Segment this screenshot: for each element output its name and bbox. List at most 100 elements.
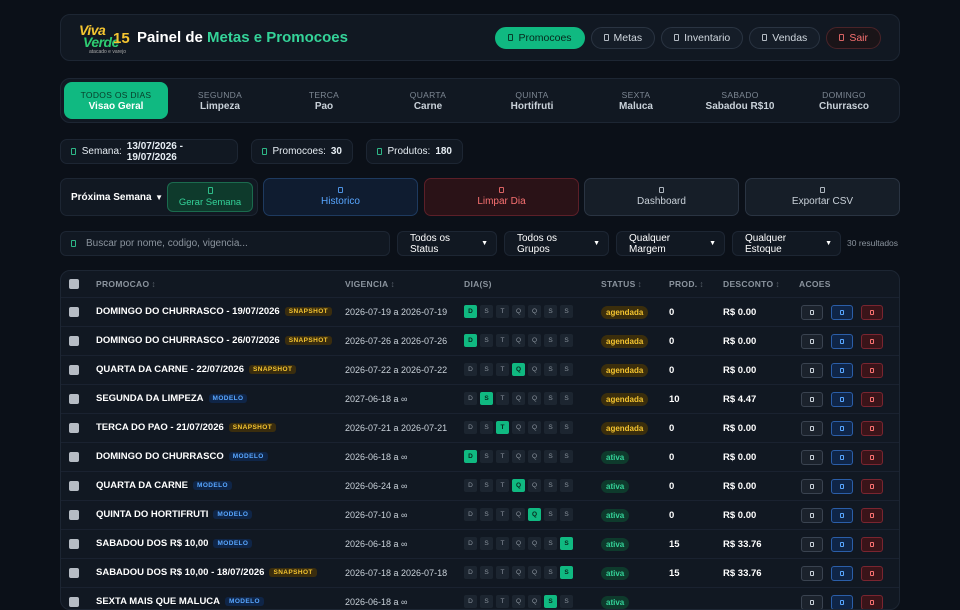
table-row[interactable]: DOMINGO DO CHURRASCO - 26/07/2026 SNAPSHO… <box>61 326 899 355</box>
delete-button[interactable] <box>861 363 883 378</box>
copy-icon <box>840 339 844 344</box>
margin-filter-select[interactable]: Qualquer Margem ▼ <box>616 231 725 256</box>
promo-name-text: SEXTA MAIS QUE MALUCA <box>96 596 221 607</box>
export-csv-button[interactable]: Exportar CSV <box>745 178 900 216</box>
row-checkbox[interactable] <box>69 365 79 375</box>
copy-button[interactable] <box>831 421 853 436</box>
copy-button[interactable] <box>831 566 853 581</box>
table-row[interactable]: DOMINGO DO CHURRASCO - 19/07/2026 SNAPSHO… <box>61 297 899 326</box>
generate-week-button[interactable]: Gerar Semana <box>167 182 253 212</box>
status-filter-select[interactable]: Todos os Status ▼ <box>397 231 497 256</box>
copy-button[interactable] <box>831 537 853 552</box>
row-checkbox[interactable] <box>69 336 79 346</box>
table-row[interactable]: TERCA DO PAO - 21/07/2026 SNAPSHOT 2026-07… <box>61 413 899 442</box>
weekday-chip: Q <box>512 334 525 347</box>
copy-button[interactable] <box>831 508 853 523</box>
edit-button[interactable] <box>801 508 823 523</box>
edit-button[interactable] <box>801 334 823 349</box>
trash-icon <box>499 187 504 193</box>
row-checkbox[interactable] <box>69 423 79 433</box>
edit-button[interactable] <box>801 305 823 320</box>
row-checkbox[interactable] <box>69 597 79 607</box>
target-icon <box>603 34 609 41</box>
delete-button[interactable] <box>861 595 883 609</box>
tab-day-quarta[interactable]: QUARTA Carne <box>376 82 480 119</box>
table-row[interactable]: QUARTA DA CARNE - 22/07/2026 SNAPSHOT 2026… <box>61 355 899 384</box>
trash-icon <box>870 397 874 402</box>
column-header-desconto[interactable]: DESCONTO ↕ <box>723 279 780 289</box>
copy-icon <box>840 397 844 402</box>
delete-button[interactable] <box>861 479 883 494</box>
column-header-vigencia[interactable]: VIGENCIA ↕ <box>345 279 395 289</box>
stock-filter-select[interactable]: Qualquer Estoque ▼ <box>732 231 841 256</box>
copy-button[interactable] <box>831 392 853 407</box>
search-input[interactable]: Buscar por nome, codigo, vigencia... <box>60 231 390 256</box>
row-checkbox[interactable] <box>69 307 79 317</box>
copy-button[interactable] <box>831 305 853 320</box>
group-filter-select[interactable]: Todos os Grupos ▼ <box>504 231 609 256</box>
column-header-promocao[interactable]: PROMOCAO ↕ <box>96 279 156 289</box>
history-button[interactable]: Historico <box>263 178 418 216</box>
delete-button[interactable] <box>861 508 883 523</box>
tab-day-sabado[interactable]: SABADO Sabadou R$10 <box>688 82 792 119</box>
nav-metas-button[interactable]: Metas <box>590 26 656 49</box>
copy-button[interactable] <box>831 363 853 378</box>
tab-day-todos-os-dias[interactable]: TODOS OS DIAS Visao Geral <box>64 82 168 119</box>
weekday-chip: T <box>496 305 509 318</box>
copy-button[interactable] <box>831 450 853 465</box>
row-checkbox[interactable] <box>69 481 79 491</box>
header-label: PROMOCAO <box>96 279 150 289</box>
edit-button[interactable] <box>801 421 823 436</box>
copy-button[interactable] <box>831 479 853 494</box>
tab-day-sexta[interactable]: SEXTA Maluca <box>584 82 688 119</box>
select-value: Qualquer Estoque <box>745 232 787 255</box>
table-row[interactable]: SABADOU DOS R$ 10,00 MODELO 2026-06-18 a ∞… <box>61 529 899 558</box>
dashboard-button[interactable]: Dashboard <box>584 178 739 216</box>
edit-button[interactable] <box>801 566 823 581</box>
copy-button[interactable] <box>831 334 853 349</box>
edit-button[interactable] <box>801 392 823 407</box>
tab-day-segunda[interactable]: SEGUNDA Limpeza <box>168 82 272 119</box>
table-row[interactable]: QUINTA DO HORTIFRUTI MODELO 2026-07-10 a ∞… <box>61 500 899 529</box>
table-row[interactable]: QUARTA DA CARNE MODELO 2026-06-24 a ∞ D S T Q Q… <box>61 471 899 500</box>
delete-button[interactable] <box>861 392 883 407</box>
table-row[interactable]: SEGUNDA DA LIMPEZA MODELO 2027-06-18 a ∞ D S… <box>61 384 899 413</box>
delete-button[interactable] <box>861 334 883 349</box>
row-checkbox[interactable] <box>69 539 79 549</box>
table-row[interactable]: DOMINGO DO CHURRASCO MODELO 2026-06-18 a ∞… <box>61 442 899 471</box>
row-checkbox[interactable] <box>69 568 79 578</box>
delete-button[interactable] <box>861 537 883 552</box>
weekday-chip: S <box>544 392 557 405</box>
row-checkbox[interactable] <box>69 452 79 462</box>
nav-inventario-button[interactable]: Inventario <box>661 26 744 49</box>
nav-vendas-button[interactable]: Vendas <box>749 26 821 49</box>
edit-button[interactable] <box>801 363 823 378</box>
edit-button[interactable] <box>801 537 823 552</box>
column-header-prod[interactable]: PROD. ↕ <box>669 279 704 289</box>
edit-button[interactable] <box>801 595 823 609</box>
table-row[interactable]: SEXTA MAIS QUE MALUCA MODELO 2026-06-18 a … <box>61 587 899 609</box>
logout-button[interactable]: Sair <box>826 26 881 49</box>
tab-day-quinta[interactable]: QUINTA Hortifruti <box>480 82 584 119</box>
row-checkbox[interactable] <box>69 394 79 404</box>
week-select[interactable]: Próxima Semana <box>71 192 155 203</box>
edit-button[interactable] <box>801 479 823 494</box>
promo-name: SEXTA MAIS QUE MALUCA MODELO <box>96 596 264 607</box>
delete-button[interactable] <box>861 566 883 581</box>
delete-button[interactable] <box>861 450 883 465</box>
table-row[interactable]: SABADOU DOS R$ 10,00 - 18/07/2026 SNAPSHO… <box>61 558 899 587</box>
edit-button[interactable] <box>801 450 823 465</box>
delete-button[interactable] <box>861 421 883 436</box>
select-all-checkbox[interactable] <box>69 279 79 289</box>
column-header-status[interactable]: STATUS ↕ <box>601 279 642 289</box>
delete-button[interactable] <box>861 305 883 320</box>
row-checkbox[interactable] <box>69 510 79 520</box>
promo-name: QUARTA DA CARNE - 22/07/2026 SNAPSHOT <box>96 364 297 375</box>
clear-day-button[interactable]: Limpar Dia <box>424 178 579 216</box>
copy-button[interactable] <box>831 595 853 609</box>
status-badge: agendada <box>601 364 649 377</box>
tab-day-terca[interactable]: TERCA Pao <box>272 82 376 119</box>
vigencia-text: 2026-07-26 a 2026-07-26 <box>345 336 448 346</box>
tab-day-domingo[interactable]: DOMINGO Churrasco <box>792 82 896 119</box>
nav-promocoes-button[interactable]: Promocoes <box>495 26 585 49</box>
